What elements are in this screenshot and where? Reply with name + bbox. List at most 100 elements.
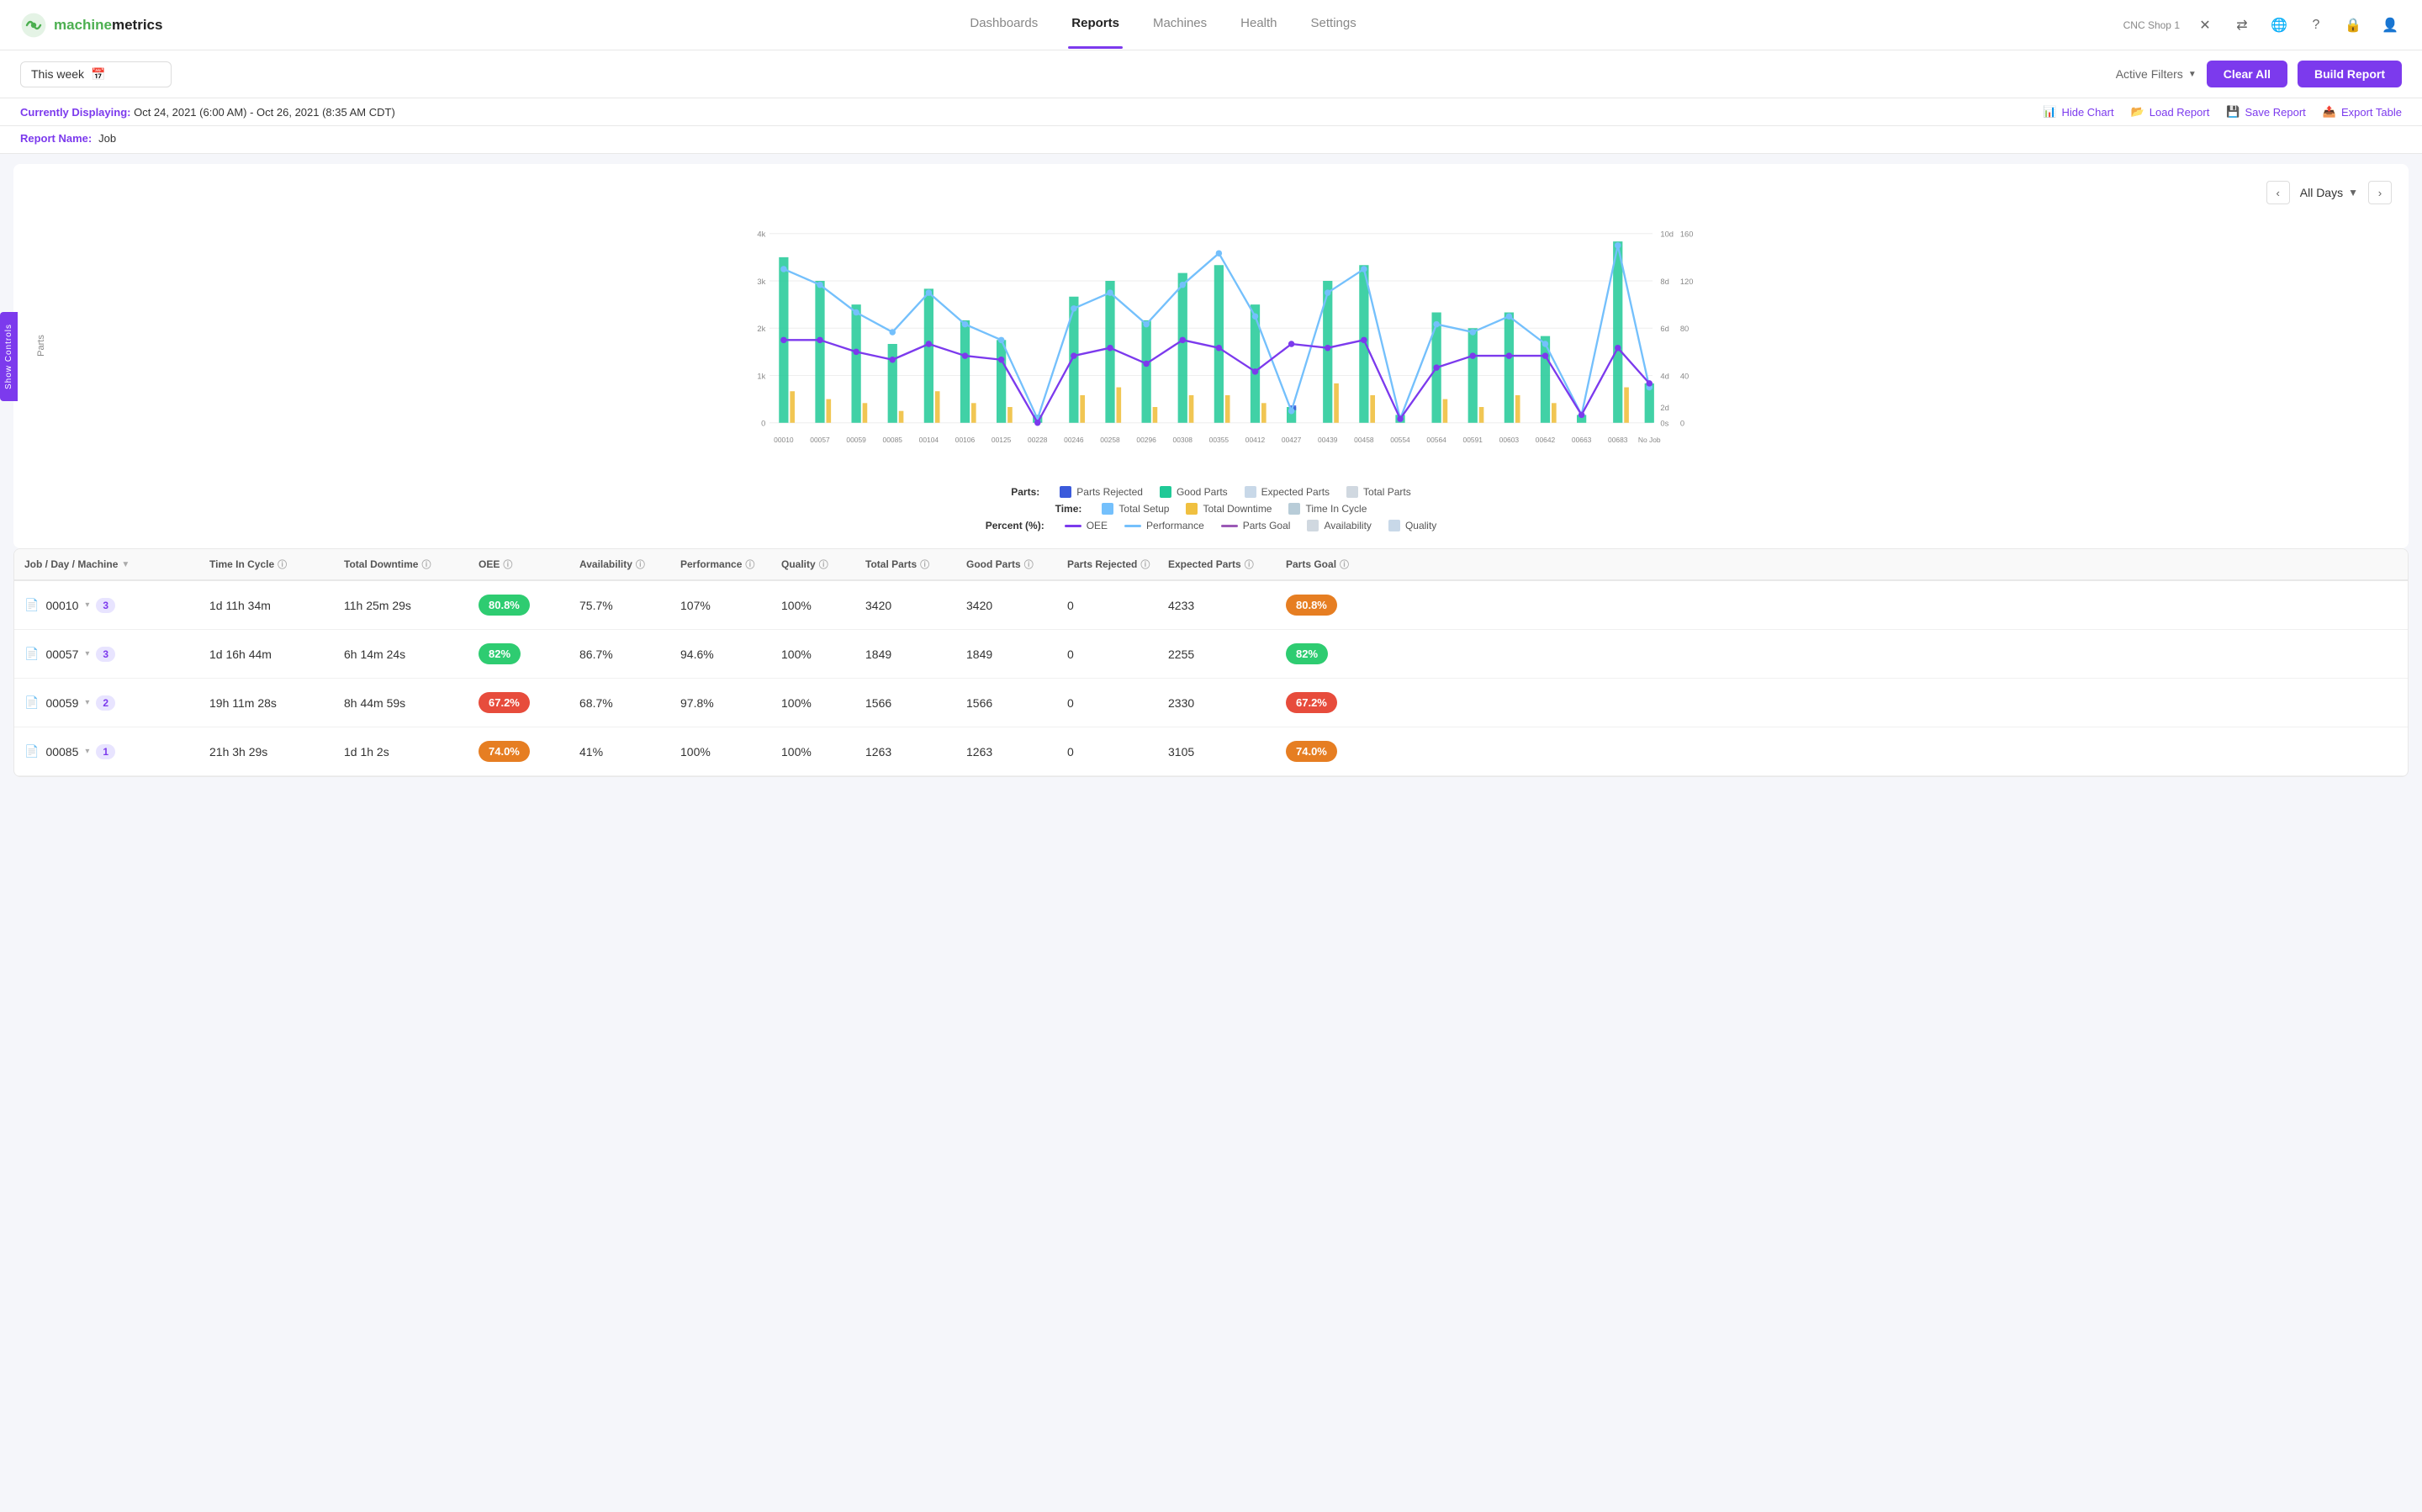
td-total-parts-00010: 3420 [855, 585, 956, 626]
active-filters[interactable]: Active Filters ▼ [2116, 67, 2197, 81]
th-parts-goal-label: Parts Goal [1286, 558, 1336, 570]
availability-info-icon[interactable]: ⓘ [636, 558, 645, 571]
th-job-label: Job / Day / Machine [24, 558, 118, 570]
build-report-button[interactable]: Build Report [2298, 61, 2402, 87]
job-expand-icon[interactable]: ▾ [85, 649, 89, 658]
nav-machines[interactable]: Machines [1150, 16, 1210, 34]
user-icon[interactable]: 👤 [2378, 13, 2402, 37]
td-total-downtime-00010: 11h 25m 29s [334, 585, 468, 626]
chart-header: ‹ All Days ▼ › [30, 181, 2392, 204]
td-quality-00010: 100% [771, 585, 855, 626]
machine-count-badge-00085: 1 [96, 744, 115, 759]
sub-toolbar: Currently Displaying: Oct 24, 2021 (6:00… [0, 98, 2422, 126]
nav-reports[interactable]: Reports [1068, 16, 1123, 34]
th-availability-label: Availability [579, 558, 632, 570]
th-parts-goal: Parts Goal ⓘ [1276, 549, 1377, 579]
parts-goal-info-icon[interactable]: ⓘ [1340, 558, 1349, 571]
td-quality-00059: 100% [771, 683, 855, 723]
th-performance: Performance ⓘ [670, 549, 771, 579]
legend-parts-goal-label: Parts Goal [1243, 520, 1291, 531]
th-parts-rejected-label: Parts Rejected [1067, 558, 1137, 570]
time-in-cycle-info-icon[interactable]: ⓘ [278, 558, 287, 571]
availability-swatch [1307, 520, 1319, 531]
load-report-action[interactable]: 📂 Load Report [2131, 105, 2210, 119]
hide-chart-action[interactable]: 📊 Hide Chart [2043, 105, 2113, 119]
legend-quality-label: Quality [1405, 520, 1436, 531]
quality-info-icon[interactable]: ⓘ [819, 558, 828, 571]
job-expand-icon[interactable]: ▾ [85, 747, 89, 756]
globe-icon[interactable]: 🌐 [2267, 13, 2291, 37]
legend-availability: Availability [1307, 520, 1371, 531]
svg-text:00258: 00258 [1100, 436, 1120, 444]
hide-chart-icon: 📊 [2043, 105, 2056, 119]
nav-health[interactable]: Health [1237, 16, 1280, 34]
td-expected-parts-00010: 4233 [1158, 585, 1276, 626]
oee-info-icon[interactable]: ⓘ [503, 558, 512, 571]
performance-info-icon[interactable]: ⓘ [745, 558, 754, 571]
time-in-cycle-swatch [1288, 503, 1300, 515]
td-oee-00085: 74.0% [468, 727, 569, 775]
td-availability-00085: 41% [569, 732, 670, 772]
chart-section: Show Controls ‹ All Days ▼ › Parts 4k 3k [13, 164, 2409, 548]
date-filter[interactable]: This week 📅 [20, 61, 172, 87]
legend-total-downtime-label: Total Downtime [1203, 503, 1272, 515]
svg-text:00059: 00059 [846, 436, 866, 444]
oee-line-swatch [1065, 525, 1081, 527]
th-total-downtime: Total Downtime ⓘ [334, 549, 468, 579]
svg-text:00439: 00439 [1318, 436, 1338, 444]
total-parts-info-icon[interactable]: ⓘ [920, 558, 929, 571]
compare-icon[interactable]: ⇄ [2230, 13, 2254, 37]
job-file-icon: 📄 [24, 598, 39, 612]
th-good-parts: Good Parts ⓘ [956, 549, 1057, 579]
job-expand-icon[interactable]: ▾ [85, 698, 89, 707]
chart-prev-button[interactable]: ‹ [2266, 181, 2290, 204]
chart-period-chevron: ▼ [2348, 187, 2358, 198]
svg-text:3k: 3k [757, 278, 765, 286]
td-good-parts-00059: 1566 [956, 683, 1057, 723]
show-controls-button[interactable]: Show Controls [0, 311, 18, 400]
total-setup-swatch [1102, 503, 1113, 515]
sub-actions: 📊 Hide Chart 📂 Load Report 💾 Save Report… [2043, 105, 2402, 119]
header: machinemetrics Dashboards Reports Machin… [0, 0, 2422, 50]
chart-next-button[interactable]: › [2368, 181, 2392, 204]
svg-text:00296: 00296 [1136, 436, 1156, 444]
svg-text:00246: 00246 [1064, 436, 1084, 444]
nav-dashboards[interactable]: Dashboards [966, 16, 1041, 34]
help-icon[interactable]: ? [2304, 13, 2328, 37]
date-range: Oct 24, 2021 (6:00 AM) - Oct 26, 2021 (8… [134, 106, 395, 119]
td-time-in-cycle-00085: 21h 3h 29s [199, 732, 334, 772]
svg-text:80: 80 [1680, 325, 1689, 333]
th-quality-label: Quality [781, 558, 816, 570]
td-quality-00085: 100% [771, 732, 855, 772]
parts-rejected-info-icon[interactable]: ⓘ [1140, 558, 1150, 571]
job-file-icon: 📄 [24, 647, 39, 661]
save-report-action[interactable]: 💾 Save Report [2226, 105, 2305, 119]
good-parts-swatch [1160, 486, 1171, 498]
th-availability: Availability ⓘ [569, 549, 670, 579]
job-expand-icon[interactable]: ▾ [85, 600, 89, 610]
notifications-icon[interactable]: ✕ [2193, 13, 2217, 37]
legend-row-percent: Percent (%): OEE Performance Parts Goal … [986, 520, 1437, 531]
good-parts-info-icon[interactable]: ⓘ [1024, 558, 1034, 571]
calendar-icon: 📅 [91, 67, 105, 82]
td-job-00057: 📄 00057 ▾ 3 [14, 633, 199, 675]
export-table-action[interactable]: 📤 Export Table [2323, 105, 2402, 119]
lock-icon[interactable]: 🔒 [2341, 13, 2365, 37]
expected-parts-info-icon[interactable]: ⓘ [1245, 558, 1254, 571]
job-file-icon: 📄 [24, 695, 39, 710]
clear-all-button[interactable]: Clear All [2207, 61, 2287, 87]
nav-settings[interactable]: Settings [1308, 16, 1360, 34]
svg-text:00564: 00564 [1426, 436, 1446, 444]
job-sort-icon[interactable]: ▼ [121, 560, 130, 569]
svg-text:00057: 00057 [810, 436, 830, 444]
legend-total-parts-label: Total Parts [1363, 486, 1411, 498]
oee-badge-00059: 67.2% [479, 692, 530, 713]
th-quality: Quality ⓘ [771, 549, 855, 579]
total-downtime-info-icon[interactable]: ⓘ [421, 558, 431, 571]
parts-goal-badge-00085: 74.0% [1286, 741, 1337, 762]
th-job[interactable]: Job / Day / Machine ▼ [14, 549, 199, 579]
td-good-parts-00085: 1263 [956, 732, 1057, 772]
svg-text:40: 40 [1680, 372, 1689, 380]
active-filters-chevron: ▼ [2188, 70, 2197, 79]
legend-time-in-cycle: Time In Cycle [1288, 503, 1367, 515]
